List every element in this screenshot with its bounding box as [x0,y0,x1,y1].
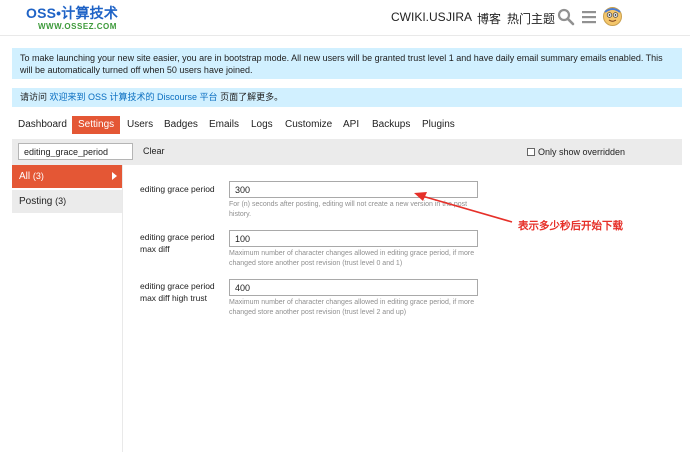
settings-category-sidebar: All (3) Posting (3) [12,165,122,452]
only-overridden-label: Only show overridden [538,147,626,157]
tab-settings[interactable]: Settings [72,116,121,134]
tab-api[interactable]: API [343,116,359,134]
logo-title: OSS•计算技术 [26,5,119,21]
setting-desc-editing-grace-period-max-diff-high-trust: Maximum number of character changes allo… [229,299,475,316]
category-posting[interactable]: Posting (3) [12,190,122,213]
site-logo[interactable]: OSS•计算技术 WWW.OSSEZ.COM [26,3,118,31]
bootstrap-mode-notice: To make launching your new site easier, … [12,48,682,79]
nav-link-blog[interactable]: 博客 [477,10,501,27]
user-avatar-icon[interactable] [603,7,622,29]
tab-emails[interactable]: Emails [209,116,239,134]
chevron-right-icon [112,172,117,180]
category-all-count: (3) [32,171,44,181]
settings-filter-input[interactable] [18,143,133,160]
site-header: OSS•计算技术 WWW.OSSEZ.COM CWIKI.US JIRA 博客 … [0,0,690,36]
tab-badges[interactable]: Badges [164,116,198,134]
setting-label-editing-grace-period-max-diff-high-trust: editing grace period max diff high trust [140,281,215,303]
tab-dashboard[interactable]: Dashboard [18,116,67,134]
category-all-label: All [19,171,31,182]
setting-label-editing-grace-period-max-diff: editing grace period max diff [140,232,215,254]
tab-customize[interactable]: Customize [285,116,332,134]
setting-input-editing-grace-period-max-diff-high-trust[interactable] [229,279,478,296]
setting-label-editing-grace-period: editing grace period [140,184,215,194]
settings-filter-bar: Clear Only show overridden [12,139,682,165]
welcome-notice: 请访问 欢迎来到 OSS 计算技术的 Discourse 平台 页面了解更多。 [12,88,682,107]
search-icon[interactable] [557,8,575,29]
only-overridden-toggle[interactable]: Only show overridden [527,147,625,157]
welcome-suffix: 页面了解更多。 [220,92,284,102]
nav-link-hot-topics[interactable]: 热门主题 [507,10,555,27]
category-all[interactable]: All (3) [12,165,122,188]
nav-link-jira[interactable]: JIRA [446,10,472,24]
welcome-link[interactable]: 欢迎来到 OSS 计算技术的 Discourse 平台 [50,92,218,102]
tab-plugins[interactable]: Plugins [422,116,455,134]
setting-input-editing-grace-period[interactable] [229,181,478,198]
tab-logs[interactable]: Logs [251,116,273,134]
annotation-text: 表示多少秒后开始下载 [518,220,623,232]
setting-desc-editing-grace-period-max-diff: Maximum number of character changes allo… [229,250,475,267]
logo-subtitle: WWW.OSSEZ.COM [38,22,117,31]
hamburger-menu-icon[interactable] [581,8,597,29]
tab-users[interactable]: Users [127,116,153,134]
setting-desc-editing-grace-period: For (n) seconds after posting, editing w… [229,201,468,218]
clear-filter-button[interactable]: Clear [143,146,165,156]
nav-link-cwiki[interactable]: CWIKI.US [391,10,446,24]
category-posting-label: Posting [19,196,53,207]
only-overridden-checkbox[interactable] [527,148,535,156]
sidebar-divider [122,165,123,452]
setting-input-editing-grace-period-max-diff[interactable] [229,230,478,247]
category-posting-count: (3) [55,196,67,206]
welcome-prefix: 请访问 [20,92,48,102]
tab-backups[interactable]: Backups [372,116,410,134]
